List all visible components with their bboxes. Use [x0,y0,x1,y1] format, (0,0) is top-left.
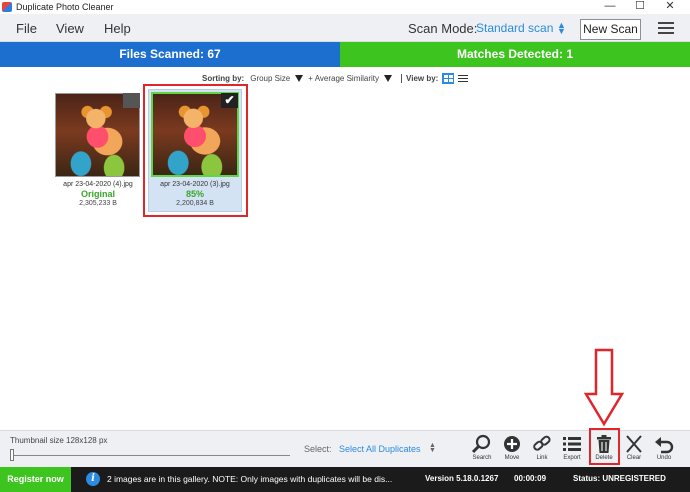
updown-arrows-icon[interactable]: ▲ ▼ [557,21,566,36]
registration-status: Status: UNREGISTERED [573,474,666,483]
clear-button[interactable]: Clear [620,434,648,464]
maximize-button[interactable]: ☐ [626,0,654,14]
thumbnail-status: Original [80,189,115,199]
delete-highlight-box [589,428,620,465]
move-button[interactable]: Move [498,434,526,464]
select-dropdown[interactable]: Select All Duplicates [339,444,421,454]
tool-label: Search [472,455,492,461]
register-now-button[interactable]: Register now [0,467,71,492]
undo-button[interactable]: Undo [650,434,678,464]
sorting-bar: Sorting by: Group Size + Average Similar… [202,72,469,84]
tool-label: Undo [656,455,672,461]
tool-label: Move [504,455,520,461]
undo-icon [655,437,674,454]
move-icon [504,436,520,452]
minimize-button[interactable]: — [596,0,624,14]
menu-help[interactable]: Help [104,21,131,36]
divider [401,73,403,83]
files-scanned-banner: Files Scanned: 67 [0,42,340,67]
updown-arrows-icon[interactable]: ▲ ▼ [429,442,436,454]
tool-label: Link [536,455,548,461]
sort-label: Sorting by: [202,73,245,83]
down-arrow-annotation-icon [584,348,624,427]
scan-timer: 00:00:09 [514,474,547,483]
menu-view[interactable]: View [56,21,84,36]
link-icon [533,435,551,451]
slider-handle[interactable] [10,449,14,461]
window-title: Duplicate Photo Cleaner [16,2,114,12]
highlight-annotation-box [143,84,248,217]
new-scan-button[interactable]: New Scan [580,19,641,40]
thumbnail-size-label: Thumbnail size 128x128 px [10,436,108,445]
thumbnail-filename: apr 23-04-2020 (4).jpg [63,181,133,188]
clear-icon [626,435,642,453]
search-button[interactable]: Search [468,434,496,464]
checkbox-unchecked[interactable] [123,93,140,108]
menu-bar: File View Help Scan Mode: Standard scan … [0,14,690,42]
search-icon [471,434,491,454]
export-button[interactable]: Export [558,434,586,464]
hamburger-menu-icon[interactable] [658,22,674,35]
tool-label: Clear [626,455,642,461]
view-by-label: View by: [406,73,439,83]
sort-dropdown-icon[interactable] [295,74,304,82]
info-icon: i [86,472,100,486]
scan-mode-dropdown[interactable]: Standard scan [476,21,553,35]
tool-label: Export [563,455,581,461]
app-window: Duplicate Photo Cleaner — ☐ ✕ File View … [0,0,690,492]
thumbnail-size: 2,305,233 B [79,200,117,207]
sort-group-value[interactable]: Group Size [250,74,290,83]
sort-secondary-dropdown-icon[interactable] [384,74,393,82]
scan-mode-label: Scan Mode: [408,21,478,36]
list-view-icon[interactable] [458,73,469,84]
thumbnail-size-slider[interactable] [10,455,290,456]
export-icon [563,437,581,451]
title-bar: Duplicate Photo Cleaner [0,0,690,14]
select-label: Select: [304,444,332,454]
status-message: 2 images are in this gallery. NOTE: Only… [107,474,393,484]
version-label: Version 5.18.0.1267 [425,474,499,483]
grid-view-icon[interactable] [442,72,455,84]
app-logo-icon [2,2,12,12]
matches-detected-banner: Matches Detected: 1 [340,42,690,67]
link-button[interactable]: Link [528,434,556,464]
menu-file[interactable]: File [16,21,37,36]
sort-secondary-value[interactable]: + Average Similarity [308,74,379,83]
close-button[interactable]: ✕ [656,0,684,14]
